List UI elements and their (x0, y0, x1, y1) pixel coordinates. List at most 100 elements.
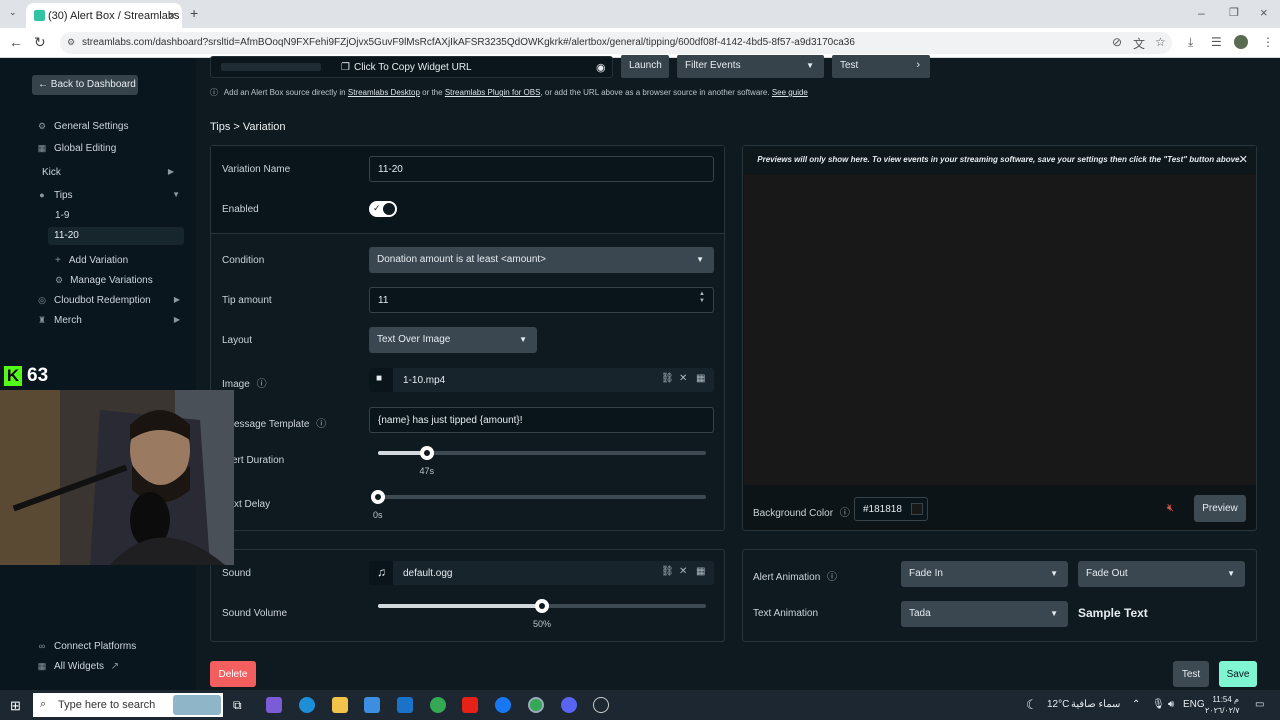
sidebar-item-kick[interactable]: Kick ▶ (42, 167, 192, 178)
sound-volume-slider[interactable] (378, 599, 706, 613)
store-icon[interactable] (364, 697, 380, 713)
info-icon: ⓘ (210, 88, 218, 97)
back-arrow-icon[interactable]: ← (9, 34, 23, 50)
windows-start-icon[interactable]: ⊞ (10, 698, 21, 714)
sound-file-field[interactable]: ♫ default.ogg ⛓ ✕ ▦ (369, 561, 714, 585)
test-events-button[interactable]: Test › (832, 55, 930, 78)
minimize-icon[interactable]: – (1198, 6, 1205, 20)
chevron-down-icon: ▼ (1050, 609, 1058, 618)
copy-widget-url-field[interactable]: ❐ Click To Copy Widget URL ◉ (210, 56, 613, 78)
chevron-right-icon: › (916, 59, 920, 71)
chrome-active-icon[interactable] (528, 697, 544, 713)
number-stepper-icon[interactable]: ▲ ▼ (699, 291, 705, 305)
link-icon[interactable]: ⛓ (661, 566, 674, 577)
text-animation-select[interactable]: Tada ▼ (901, 601, 1068, 627)
eye-icon[interactable]: ◉ (596, 61, 606, 74)
eye-off-icon[interactable]: ⊘ (1112, 35, 1122, 49)
sidebar-item-merch[interactable]: ♜ Merch ▶ (36, 315, 192, 326)
copilot-icon[interactable] (266, 697, 282, 713)
test-button[interactable]: Test (1173, 661, 1209, 687)
more-menu-icon[interactable]: ⋮ (1262, 35, 1274, 49)
microphone-icon[interactable]: 🎙︎ (1152, 699, 1165, 710)
facebook-icon[interactable] (495, 697, 511, 713)
chrome-icon[interactable] (430, 697, 446, 713)
tray-chevron-icon[interactable]: ⌃ (1132, 699, 1140, 710)
clock[interactable]: 11:54 م ٢٠٢٦/٠٢/٧ (1205, 694, 1240, 716)
sidebar-item-cloudbot[interactable]: ◎ Cloudbot Redemption ▶ (36, 295, 192, 306)
taskbar-search-input[interactable]: ⌕ Type here to search (33, 693, 223, 717)
media-gallery-icon[interactable]: ▦ (696, 566, 705, 577)
tab-list-icon[interactable]: ⌄ (9, 7, 17, 18)
enabled-toggle[interactable]: ✓ (369, 201, 397, 217)
enabled-label: Enabled (222, 204, 259, 215)
alert-out-animation-select[interactable]: Fade Out ▼ (1078, 561, 1245, 587)
obs-plugin-link[interactable]: Streamlabs Plugin for OBS (445, 88, 541, 97)
manage-variations-link[interactable]: ⚙ Manage Variations (55, 275, 153, 286)
image-file-field[interactable]: ■ 1-10.mp4 ⛓ ✕ ▦ (369, 368, 714, 392)
slider-handle[interactable] (371, 490, 385, 504)
all-widgets-link[interactable]: ▦ All Widgets ↗ (36, 661, 119, 672)
see-guide-link[interactable]: See guide (772, 88, 808, 97)
site-info-icon[interactable]: ⚙ (67, 37, 75, 48)
edge-icon[interactable] (299, 697, 315, 713)
discord-icon[interactable] (561, 697, 577, 713)
notification-icon[interactable]: ▭ (1255, 699, 1264, 710)
alert-duration-slider[interactable] (378, 446, 706, 460)
task-view-icon[interactable]: ⧉ (233, 698, 249, 714)
link-icon[interactable]: ⛓ (661, 373, 674, 384)
sidebar-item-global-editing[interactable]: ▦ Global Editing (36, 143, 117, 154)
obs-icon[interactable] (593, 697, 609, 713)
youtube-icon[interactable] (462, 697, 478, 713)
save-button[interactable]: Save (1219, 661, 1257, 687)
sidebar-item-general-settings[interactable]: ⚙ General Settings (36, 121, 129, 132)
media-gallery-icon[interactable]: ▦ (696, 373, 705, 384)
connect-platforms-link[interactable]: ∞ Connect Platforms (36, 641, 136, 652)
close-tab-icon[interactable]: × (168, 8, 176, 23)
filter-events-select[interactable]: Filter Events ▼ (677, 55, 824, 78)
alert-in-animation-select[interactable]: Fade In ▼ (901, 561, 1068, 587)
background-color-input[interactable]: #181818 (854, 497, 928, 521)
remove-icon[interactable]: ✕ (679, 373, 687, 384)
bookmark-star-icon[interactable]: ☆ (1155, 35, 1166, 49)
text-delay-label: xt Delay (234, 499, 271, 510)
sidebar-item-tips[interactable]: ● Tips ▼ (36, 190, 192, 201)
delete-button[interactable]: Delete (210, 661, 256, 687)
outlook-icon[interactable] (397, 697, 413, 713)
color-swatch[interactable] (911, 503, 923, 515)
remove-icon[interactable]: ✕ (679, 566, 687, 577)
new-tab-icon[interactable]: + (190, 5, 198, 21)
launch-button[interactable]: Launch (621, 55, 669, 78)
url-field[interactable]: ⚙ streamlabs.com/dashboard?srsltid=AfmBO… (60, 32, 1172, 54)
streamlabs-desktop-link[interactable]: Streamlabs Desktop (348, 88, 420, 97)
condition-select[interactable]: Donation amount is at least <amount> ▼ (369, 247, 714, 273)
translate-icon[interactable]: 文 (1133, 35, 1145, 52)
volume-icon[interactable]: 🔊︎ (1168, 699, 1174, 710)
layout-select[interactable]: Text Over Image ▼ (369, 327, 537, 353)
reload-icon[interactable]: ↻ (34, 34, 46, 51)
url-text: streamlabs.com/dashboard?srsltid=AfmBOoq… (82, 37, 855, 48)
tip-amount-label: Tip amount (222, 295, 272, 306)
address-bar: ← ↻ ⚙ streamlabs.com/dashboard?srsltid=A… (0, 28, 1280, 58)
restore-icon[interactable]: ❐ (1229, 6, 1239, 19)
file-explorer-icon[interactable] (332, 697, 348, 713)
back-to-dashboard-button[interactable]: ← Back to Dashboard (32, 75, 138, 95)
profile-avatar[interactable] (1234, 35, 1248, 49)
browser-tab[interactable]: (30) Alert Box / Streamlabs × (26, 3, 182, 28)
close-window-icon[interactable]: × (1260, 5, 1268, 20)
message-template-input[interactable]: {name} has just tipped {amount}! (369, 407, 714, 433)
add-variation-link[interactable]: + Add Variation (55, 255, 128, 266)
text-delay-slider[interactable] (371, 490, 706, 504)
mute-icon[interactable]: 🔇︎ (1167, 502, 1174, 515)
language-indicator[interactable]: ENG (1183, 699, 1205, 710)
download-icon[interactable]: ⤓ (1188, 35, 1193, 50)
slider-handle[interactable] (420, 446, 434, 460)
reading-list-icon[interactable]: ☰ (1211, 35, 1222, 49)
preview-button[interactable]: Preview (1194, 495, 1246, 522)
tip-amount-input[interactable]: 11 ▲ ▼ (369, 287, 714, 313)
variation-name-input[interactable]: 11-20 (369, 156, 714, 182)
variation-item-1-9[interactable]: 1-9 (55, 210, 69, 221)
weather-temp: 12°C (1047, 699, 1070, 710)
slider-handle[interactable] (535, 599, 549, 613)
variation-item-11-20[interactable]: 11-20 (48, 227, 184, 245)
close-note-icon[interactable]: ✕ (1239, 153, 1248, 166)
